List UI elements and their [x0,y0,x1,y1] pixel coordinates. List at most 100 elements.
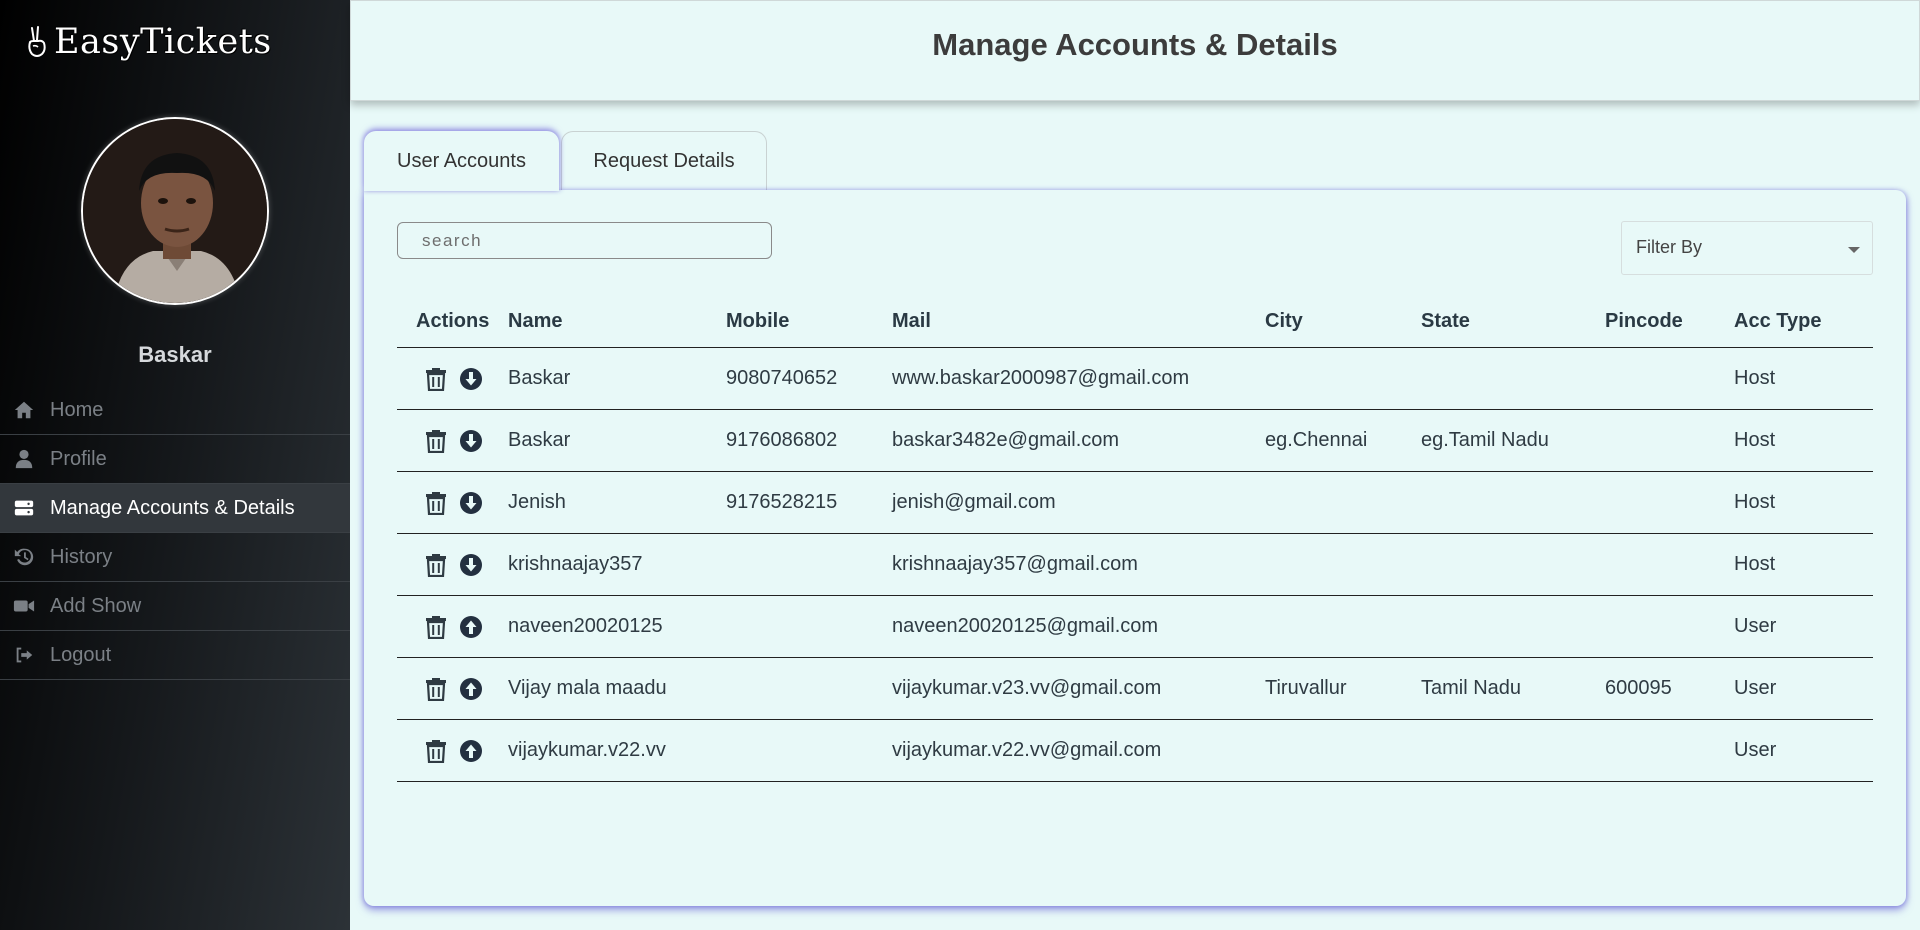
cell-mail: krishnaajay357@gmail.com [892,553,1138,575]
avatar [81,117,269,305]
table-row: naveen20020125 naveen20020125@gmail.com Us… [397,596,1873,658]
user-icon [12,447,36,471]
trash-icon[interactable] [425,367,447,391]
username: Baskar [138,342,212,367]
col-header-mobile: Mobile [726,310,790,332]
cell-acc-type: Host [1734,367,1776,389]
table-row: Vijay mala maadu vijaykumar.v23.vv@gmail.… [397,658,1873,720]
cell-pincode: 600095 [1605,677,1672,699]
page-header: Manage Accounts & Details [350,0,1920,101]
cell-acc-type: User [1734,615,1777,637]
sidebar-item-profile[interactable]: Profile [0,435,350,484]
cell-state: Tamil Nadu [1421,677,1522,699]
arrow-down-circle-icon[interactable] [459,429,483,453]
search-input[interactable] [397,222,772,259]
trash-icon[interactable] [425,553,447,577]
history-icon [12,545,36,569]
sidebar-item-logout[interactable]: Logout [0,631,350,680]
sidebar-item-label: Profile [50,447,107,470]
arrow-down-circle-icon[interactable] [459,491,483,515]
trash-icon[interactable] [425,677,447,701]
cell-name: naveen20020125 [508,615,663,637]
cell-mail: vijaykumar.v22.vv@gmail.com [892,739,1162,761]
col-header-city: City [1265,310,1303,332]
cell-acc-type: Host [1734,553,1776,575]
col-header-state: State [1421,310,1470,332]
sidebar-item-label: History [50,545,113,568]
sidebar: EasyTickets Baskar Home Profile Manage A… [0,0,350,930]
trash-icon[interactable] [425,491,447,515]
col-header-actions: Actions [416,310,490,332]
cell-acc-type: Host [1734,491,1776,513]
accounts-table: Actions Name Mobile Mail City State Pinc… [397,296,1873,782]
row-actions [397,677,508,701]
trash-icon[interactable] [425,739,447,763]
arrow-down-circle-icon[interactable] [459,367,483,391]
col-header-acc-type: Acc Type [1734,310,1822,332]
cell-mail: www.baskar2000987@gmail.com [892,367,1190,389]
cell-city: eg.Chennai [1265,429,1368,451]
cell-name: Jenish [508,491,566,513]
row-actions [397,553,508,577]
table-row: Baskar 9176086802 baskar3482e@gmail.com eg.… [397,410,1873,472]
tab-user-accounts[interactable]: User Accounts [364,131,559,191]
row-actions [397,739,508,763]
trash-icon[interactable] [425,429,447,453]
arrow-up-circle-icon[interactable] [459,739,483,763]
page-title: Manage Accounts & Details [932,27,1338,62]
profile-photo [83,119,267,303]
cell-acc-type: User [1734,739,1777,761]
row-actions [397,615,508,639]
server-icon [12,496,36,520]
tab-request-details[interactable]: Request Details [561,131,767,190]
cell-name: krishnaajay357 [508,553,643,575]
trash-icon[interactable] [425,615,447,639]
cell-name: Baskar [508,367,571,389]
sidebar-item-label: Home [50,398,104,421]
table-body: Baskar 9080740652 www.baskar2000987@gmail.… [397,348,1873,782]
cell-name: Vijay mala maadu [508,677,667,699]
table-row: Baskar 9080740652 www.baskar2000987@gmail.… [397,348,1873,410]
cell-acc-type: User [1734,677,1777,699]
arrow-up-circle-icon[interactable] [459,677,483,701]
cell-mobile: 9080740652 [726,367,838,389]
cell-acc-type: Host [1734,429,1776,451]
table-row: vijaykumar.v22.vv vijaykumar.v22.vv@gmail… [397,720,1873,782]
arrow-up-circle-icon[interactable] [459,615,483,639]
row-actions [397,491,508,515]
sidebar-item-label: Logout [50,643,112,666]
brand-name: EasyTickets [54,22,272,62]
home-icon [12,398,36,422]
filter-dropdown[interactable]: Filter By [1621,221,1873,275]
accounts-panel: Filter By Actions Name Mobile Mail City … [364,190,1906,906]
arrow-down-circle-icon[interactable] [459,553,483,577]
sidebar-nav: Home Profile Manage Accounts & Details H… [0,386,350,680]
tab-bar: User Accounts Request Details [364,131,767,191]
col-header-mail: Mail [892,310,931,332]
table-row: Jenish 9176528215 jenish@gmail.com Host [397,472,1873,534]
sidebar-item-label: Add Show [50,594,142,617]
cell-city: Tiruvallur [1265,677,1347,699]
cell-mail: naveen20020125@gmail.com [892,615,1159,637]
sidebar-item-add-show[interactable]: Add Show [0,582,350,631]
sidebar-item-manage-accounts[interactable]: Manage Accounts & Details [0,484,350,533]
sidebar-item-label: Manage Accounts & Details [50,496,295,519]
logout-icon [12,643,36,667]
cell-name: Baskar [508,429,571,451]
caret-down-icon [1848,247,1860,253]
cell-mail: baskar3482e@gmail.com [892,429,1120,451]
cell-mobile: 9176528215 [726,491,838,513]
cell-mail: jenish@gmail.com [892,491,1056,513]
cell-mobile: 9176086802 [726,429,838,451]
cell-state: eg.Tamil Nadu [1421,429,1549,451]
row-actions [397,429,508,453]
cell-mail: vijaykumar.v23.vv@gmail.com [892,677,1162,699]
col-header-name: Name [508,310,563,332]
sidebar-item-home[interactable]: Home [0,386,350,435]
col-header-pincode: Pincode [1605,310,1683,332]
brand-logo[interactable]: EasyTickets [24,22,272,62]
table-header: Actions Name Mobile Mail City State Pinc… [397,296,1873,348]
row-actions [397,367,508,391]
filter-label: Filter By [1636,237,1703,257]
sidebar-item-history[interactable]: History [0,533,350,582]
